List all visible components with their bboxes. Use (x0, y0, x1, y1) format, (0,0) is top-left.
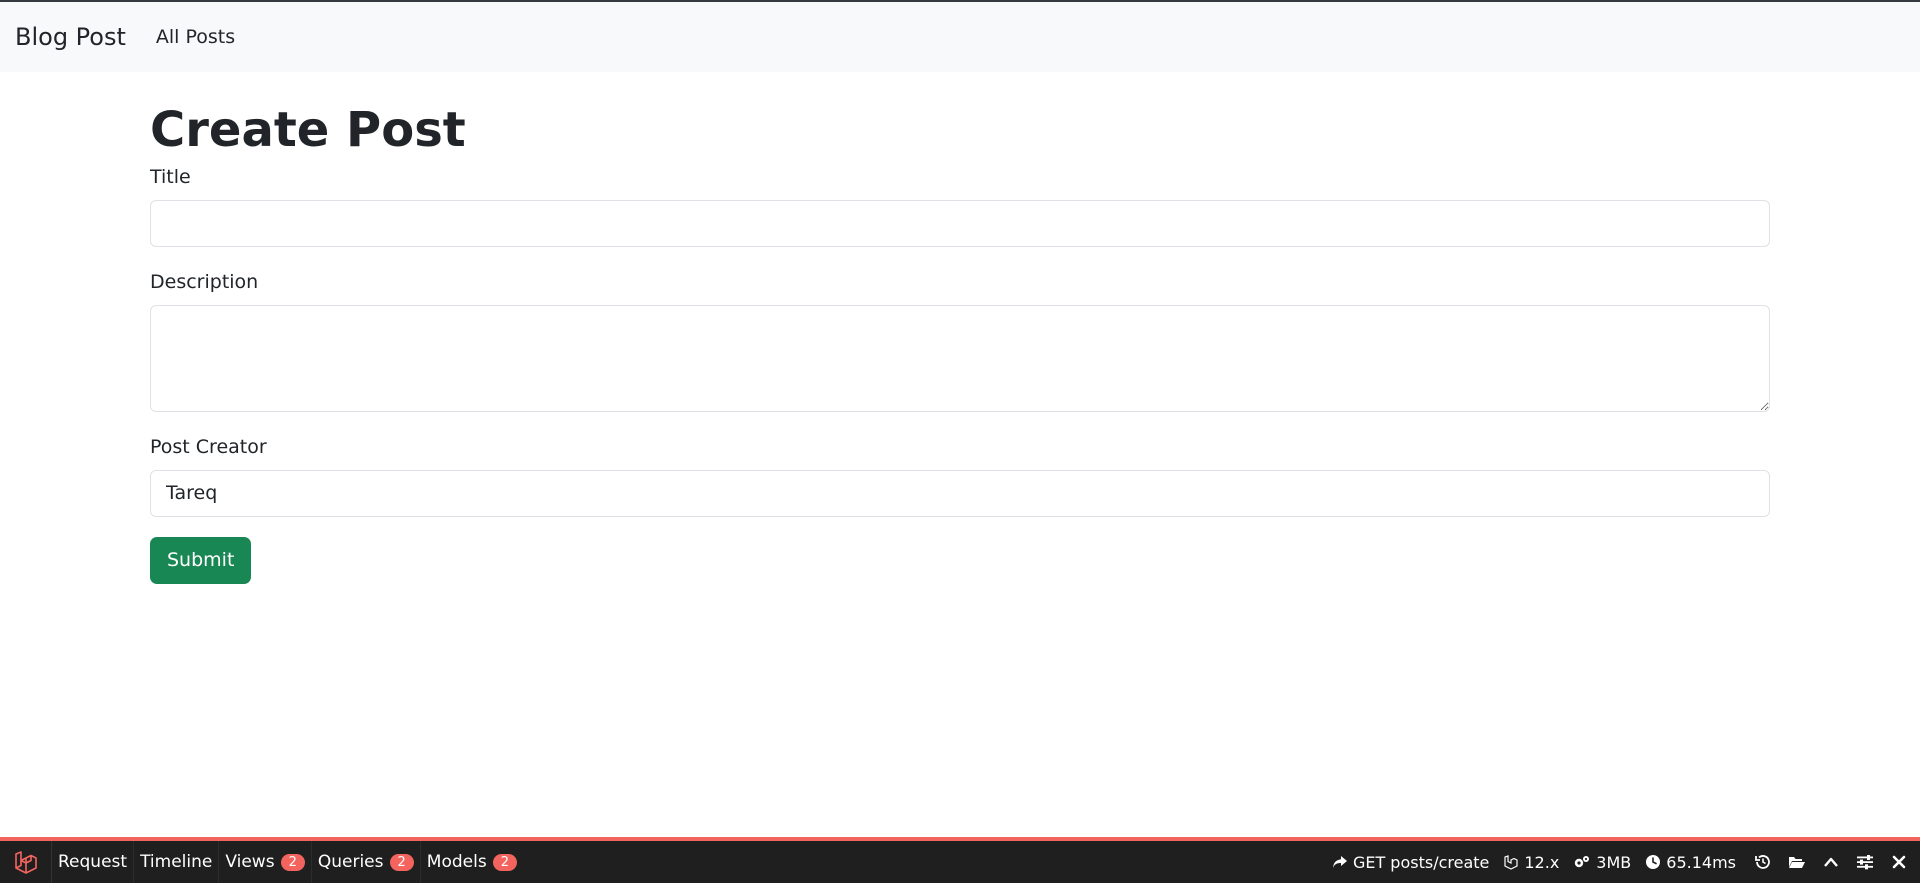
debugbar-memory[interactable]: 3MB (1573, 853, 1631, 872)
debugbar-tab-label: Timeline (140, 852, 213, 872)
chevron-up-icon[interactable] (1816, 841, 1846, 883)
debugbar-time-text: 65.14ms (1666, 852, 1736, 872)
gears-icon (1575, 856, 1590, 868)
debugbar-memory-text: 3MB (1596, 852, 1632, 872)
debugbar-tab-timeline[interactable]: Timeline (134, 841, 220, 883)
description-group: Description (150, 271, 1770, 412)
debugbar-route[interactable]: GET posts/create (1332, 853, 1489, 872)
creator-label: Post Creator (150, 435, 267, 458)
title-label: Title (150, 165, 191, 188)
debugbar-right: GET posts/create 12.x 3MB 65.14ms (1318, 841, 1920, 883)
debugbar-tab-request[interactable]: Request (52, 841, 135, 883)
description-textarea[interactable] (150, 304, 1770, 412)
laravel-small-icon (1504, 855, 1518, 870)
laravel-logo-icon[interactable] (0, 841, 52, 883)
debugbar-tab-label: Request (58, 852, 128, 872)
debugbar-badge: 2 (492, 853, 517, 871)
debugbar-tab-views[interactable]: Views 2 (219, 841, 312, 883)
share-arrow-icon (1332, 856, 1347, 868)
debugbar-version-text: 12.x (1524, 852, 1560, 872)
debugbar-badge: 2 (280, 853, 305, 871)
nav-link-all-posts[interactable]: All Posts (156, 26, 235, 48)
sliders-icon[interactable] (1850, 841, 1880, 883)
debugbar-tab-label: Queries (317, 852, 384, 872)
debugbar-badge: 2 (389, 853, 414, 871)
debugbar-tab-label: Views (225, 852, 275, 872)
navbar: Blog Post All Posts (0, 2, 1920, 72)
title-input[interactable] (150, 199, 1770, 247)
submit-button[interactable]: Submit (150, 536, 252, 584)
debugbar-route-text: GET posts/create (1352, 852, 1490, 872)
close-icon[interactable] (1884, 841, 1914, 883)
navbar-brand[interactable]: Blog Post (15, 23, 126, 51)
main-container: Create Post Title Description Post Creat… (150, 72, 1770, 584)
title-group: Title (150, 166, 1770, 247)
debugbar-tab-queries[interactable]: Queries 2 (312, 841, 421, 883)
creator-group: Post Creator (150, 436, 1770, 517)
debugbar: Request Timeline Views 2 Queries 2 Model… (0, 837, 1920, 883)
folder-open-icon[interactable] (1782, 841, 1812, 883)
debugbar-time[interactable]: 65.14ms (1645, 853, 1736, 872)
creator-input[interactable] (150, 469, 1770, 517)
debugbar-version[interactable]: 12.x (1503, 853, 1559, 872)
debugbar-tab-label: Models (426, 852, 487, 872)
history-icon[interactable] (1748, 841, 1778, 883)
debugbar-tab-models[interactable]: Models 2 (421, 841, 523, 883)
description-label: Description (150, 270, 259, 293)
clock-icon (1646, 855, 1661, 869)
page-title: Create Post (150, 102, 466, 158)
